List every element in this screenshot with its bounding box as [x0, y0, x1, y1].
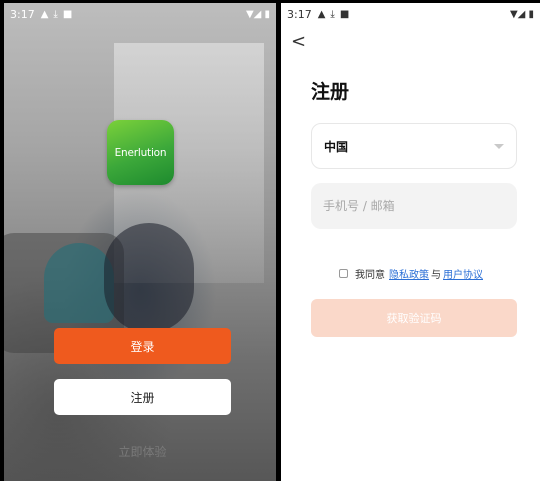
- try-now-link[interactable]: 立即体验: [54, 443, 231, 460]
- warning-icon: ▲: [317, 8, 326, 20]
- country-select[interactable]: 中国: [311, 123, 517, 169]
- status-time: 3:17: [10, 7, 35, 21]
- warning-icon: ▲: [40, 8, 49, 20]
- app-logo-text: Enerlution: [114, 146, 167, 159]
- background-photo-person: [104, 223, 194, 333]
- welcome-screen: 3:17 ▲ ⤓ ■ ▼◢ ▮ Enerlution 登录 注册 立即体验: [4, 3, 276, 481]
- signal-battery-icons: ▼◢ ▮: [509, 8, 534, 20]
- signal-battery-icons: ▼◢ ▮: [245, 8, 270, 20]
- chevron-down-icon: [494, 143, 504, 149]
- back-icon[interactable]: <: [291, 33, 311, 53]
- status-bar: 3:17 ▲ ⤓ ■ ▼◢ ▮: [281, 3, 540, 25]
- agreement-row: 我同意 隐私政策 与 用户协议: [339, 266, 483, 281]
- app-logo: Enerlution: [107, 120, 174, 185]
- country-value: 中国: [324, 139, 349, 154]
- get-code-button[interactable]: 获取验证码: [311, 299, 517, 337]
- user-agreement-link[interactable]: 用户协议: [443, 266, 483, 281]
- agree-prefix: 我同意: [355, 270, 385, 281]
- account-input[interactable]: [311, 183, 517, 229]
- register-button[interactable]: 注册: [54, 379, 231, 415]
- register-screen: 3:17 ▲ ⤓ ■ ▼◢ ▮ < 注册 中国 我同意 隐私政策 与 用户协议 …: [281, 3, 540, 481]
- privacy-policy-link[interactable]: 隐私政策: [389, 266, 429, 281]
- notification-icon: ■: [339, 8, 350, 20]
- download-icon: ⤓: [330, 8, 335, 20]
- page-title: 注册: [311, 81, 350, 103]
- agree-and: 与: [431, 270, 441, 281]
- login-button[interactable]: 登录: [54, 328, 231, 364]
- notification-icon: ■: [62, 8, 73, 20]
- download-icon: ⤓: [53, 8, 58, 20]
- agree-checkbox[interactable]: [339, 269, 348, 278]
- status-time: 3:17: [287, 7, 312, 21]
- status-bar: 3:17 ▲ ⤓ ■ ▼◢ ▮: [4, 3, 276, 25]
